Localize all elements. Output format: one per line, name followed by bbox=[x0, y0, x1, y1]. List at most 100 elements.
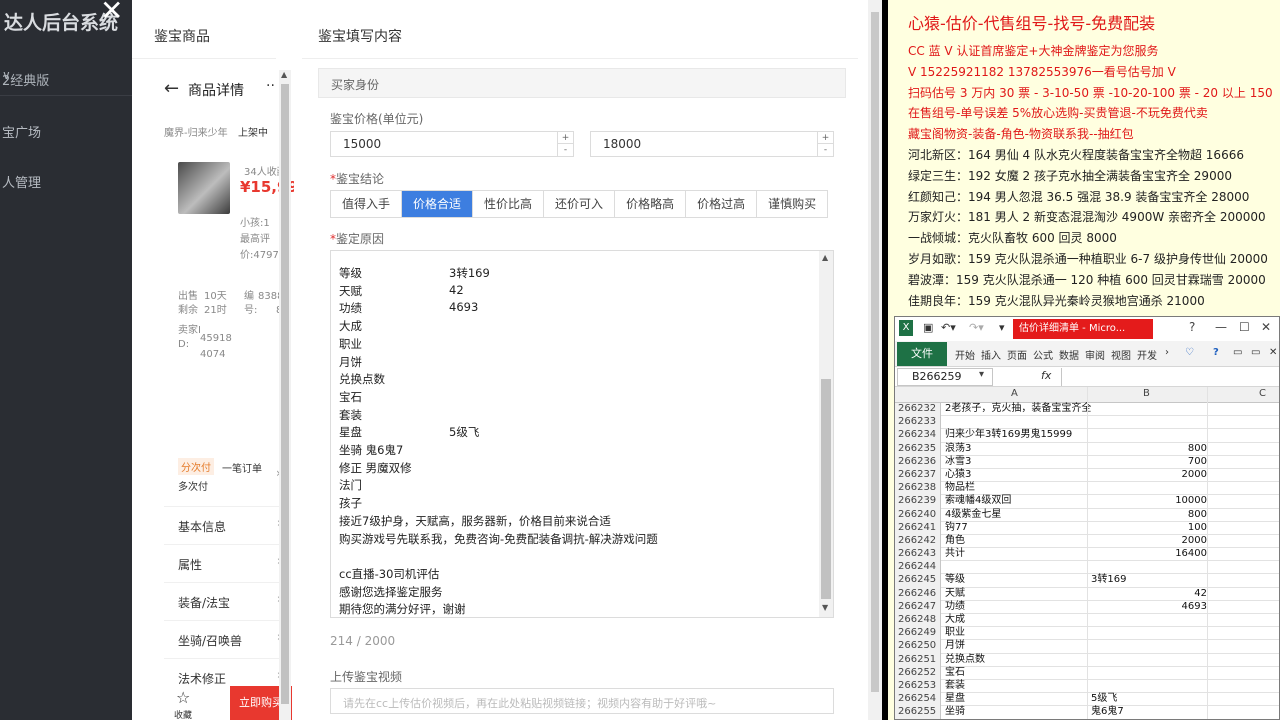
cell-b[interactable]: 800 bbox=[1089, 443, 1207, 456]
cell-a[interactable]: 冰雪3 bbox=[945, 456, 971, 469]
formula-input[interactable] bbox=[1061, 368, 1279, 386]
preview-scrollbar[interactable]: ▲ bbox=[279, 70, 291, 720]
scroll-up-icon[interactable]: ▲ bbox=[281, 70, 287, 79]
video-link-input[interactable]: 请先在cc上传估价视频后，再在此处粘贴视频链接；视频内容有助于好评哦~ bbox=[330, 688, 834, 714]
minimize-icon[interactable]: — bbox=[1215, 320, 1227, 334]
cell-a[interactable]: 归来少年3转169男鬼15999 bbox=[945, 429, 1072, 442]
conclusion-option[interactable]: 谨慎购买 bbox=[757, 191, 827, 217]
price-max-input[interactable]: 18000 + - bbox=[590, 131, 834, 157]
tab-home[interactable]: 开始 bbox=[955, 347, 975, 362]
fx-icon[interactable]: fx bbox=[1041, 369, 1051, 382]
cell-b[interactable]: 4693 bbox=[1089, 601, 1207, 614]
cell-a[interactable]: 功绩 bbox=[945, 601, 965, 614]
cell-b[interactable]: 3转169 bbox=[1091, 574, 1126, 587]
quantity-stepper[interactable]: + - bbox=[817, 132, 833, 156]
cell-b[interactable]: 鬼6鬼7 bbox=[1091, 706, 1124, 719]
minimize-ribbon-icon[interactable]: ▭ bbox=[1251, 347, 1260, 358]
row-number[interactable]: 266250 bbox=[895, 640, 941, 654]
row-number[interactable]: 266237 bbox=[895, 468, 941, 483]
cell-a[interactable]: 物品栏 bbox=[945, 482, 975, 495]
cell-a[interactable]: 大成 bbox=[945, 614, 965, 627]
scrollbar-thumb[interactable] bbox=[281, 84, 289, 704]
row-number[interactable]: 266240 bbox=[895, 508, 941, 522]
cell-b[interactable]: 16400 bbox=[1089, 548, 1207, 561]
row-number[interactable]: 266239 bbox=[895, 495, 941, 509]
detail-row[interactable]: 装备/法宝› bbox=[164, 582, 286, 620]
row-number[interactable]: 266248 bbox=[895, 614, 941, 628]
chevron-down-icon[interactable]: ▾ bbox=[979, 369, 984, 380]
cell-b[interactable]: 2000 bbox=[1089, 469, 1207, 482]
modal-scrollbar[interactable] bbox=[868, 0, 882, 720]
conclusion-option[interactable]: 性价比高 bbox=[473, 191, 545, 217]
tab-data[interactable]: 数据 bbox=[1059, 347, 1079, 362]
scrollbar-thumb[interactable] bbox=[871, 12, 879, 692]
cell-a[interactable]: 4级紫金七星 bbox=[945, 509, 1001, 522]
decrement-icon[interactable]: - bbox=[818, 144, 833, 156]
cell-a[interactable]: 索魂幡4级双回 bbox=[945, 495, 1011, 508]
tab-view[interactable]: 视图 bbox=[1111, 347, 1131, 362]
row-number[interactable]: 266251 bbox=[895, 653, 941, 667]
cell-b[interactable]: 2000 bbox=[1089, 535, 1207, 548]
redo-icon[interactable]: ↷▾ bbox=[969, 321, 984, 334]
tab-insert[interactable]: 插入 bbox=[981, 347, 1001, 362]
row-number[interactable]: 266238 bbox=[895, 482, 941, 496]
row-number[interactable]: 266235 bbox=[895, 442, 941, 456]
star-icon[interactable]: ☆ bbox=[176, 688, 190, 707]
cell-a[interactable]: 2老孩子，克火抽，装备宝宝齐全 bbox=[945, 403, 1091, 416]
quantity-stepper[interactable]: + - bbox=[557, 132, 573, 156]
conclusion-option[interactable]: 还价可入 bbox=[544, 191, 616, 217]
cell-a[interactable]: 兑换点数 bbox=[945, 654, 985, 667]
increment-icon[interactable]: + bbox=[818, 132, 833, 144]
cell-b[interactable]: 5级飞 bbox=[1091, 693, 1117, 706]
cell-a[interactable]: 角色 bbox=[945, 535, 965, 548]
conclusion-option[interactable]: 价格过高 bbox=[686, 191, 758, 217]
row-number[interactable]: 266247 bbox=[895, 600, 941, 614]
row-number[interactable]: 266252 bbox=[895, 666, 941, 680]
cell-a[interactable]: 钩77 bbox=[945, 522, 968, 535]
cell-b[interactable]: 800 bbox=[1089, 509, 1207, 522]
row-number[interactable]: 266249 bbox=[895, 627, 941, 641]
cell-a[interactable]: 天赋 bbox=[945, 588, 965, 601]
decrement-icon[interactable]: - bbox=[558, 144, 573, 156]
back-arrow-icon[interactable]: ← bbox=[164, 78, 179, 99]
scroll-down-icon[interactable]: ▼ bbox=[822, 603, 828, 612]
detail-row[interactable]: 坐骑/召唤兽› bbox=[164, 620, 286, 658]
cell-b[interactable]: 42 bbox=[1089, 588, 1207, 601]
column-header[interactable]: C bbox=[1259, 388, 1266, 399]
restore-icon[interactable]: ▭ bbox=[1233, 347, 1242, 358]
column-header[interactable]: B bbox=[1143, 388, 1150, 399]
row-number[interactable]: 266245 bbox=[895, 574, 941, 588]
conclusion-option[interactable]: 价格略高 bbox=[615, 191, 687, 217]
price-min-input[interactable]: 15000 + - bbox=[330, 131, 574, 157]
textarea-scrollbar[interactable]: ▲ ▼ bbox=[819, 251, 833, 617]
row-number[interactable]: 266233 bbox=[895, 416, 941, 430]
customize-toolbar-icon[interactable]: ▾ bbox=[999, 321, 1005, 334]
conclusion-option[interactable]: 值得入手 bbox=[331, 191, 403, 217]
row-number[interactable]: 266253 bbox=[895, 679, 941, 694]
cell-a[interactable]: 职业 bbox=[945, 627, 965, 640]
increment-icon[interactable]: + bbox=[558, 132, 573, 144]
tab-developer[interactable]: 开发 bbox=[1137, 347, 1157, 362]
menu-item-plaza[interactable]: 宝广场 bbox=[2, 122, 41, 141]
cell-a[interactable]: 月饼 bbox=[945, 640, 965, 653]
scrollbar-thumb[interactable] bbox=[821, 379, 831, 599]
help-icon[interactable]: ? bbox=[1213, 347, 1219, 358]
menu-item-management[interactable]: 人管理 bbox=[2, 172, 41, 191]
heart-icon[interactable]: ♡ bbox=[1185, 347, 1194, 358]
cell-a[interactable]: 坐骑 bbox=[945, 706, 965, 719]
detail-row[interactable]: 属性› bbox=[164, 544, 286, 582]
row-number[interactable]: 266242 bbox=[895, 534, 941, 549]
cell-b[interactable]: 100 bbox=[1089, 522, 1207, 535]
row-number[interactable]: 266241 bbox=[895, 521, 941, 535]
more-icon[interactable]: ·· bbox=[266, 78, 275, 94]
row-number[interactable]: 266254 bbox=[895, 693, 941, 707]
cell-a[interactable]: 共计 bbox=[945, 548, 965, 561]
cell-a[interactable]: 心猿3 bbox=[945, 469, 971, 482]
conclusion-option-selected[interactable]: 价格合适 bbox=[402, 191, 474, 217]
cell-a[interactable]: 浪荡3 bbox=[945, 443, 971, 456]
close-icon[interactable]: ✕ bbox=[100, 0, 123, 27]
version-selector[interactable]: 2经典版 ∨ bbox=[0, 60, 132, 96]
row-number[interactable]: 266234 bbox=[895, 429, 941, 443]
cell-a[interactable]: 宝石 bbox=[945, 667, 965, 680]
row-number[interactable]: 266244 bbox=[895, 561, 941, 575]
